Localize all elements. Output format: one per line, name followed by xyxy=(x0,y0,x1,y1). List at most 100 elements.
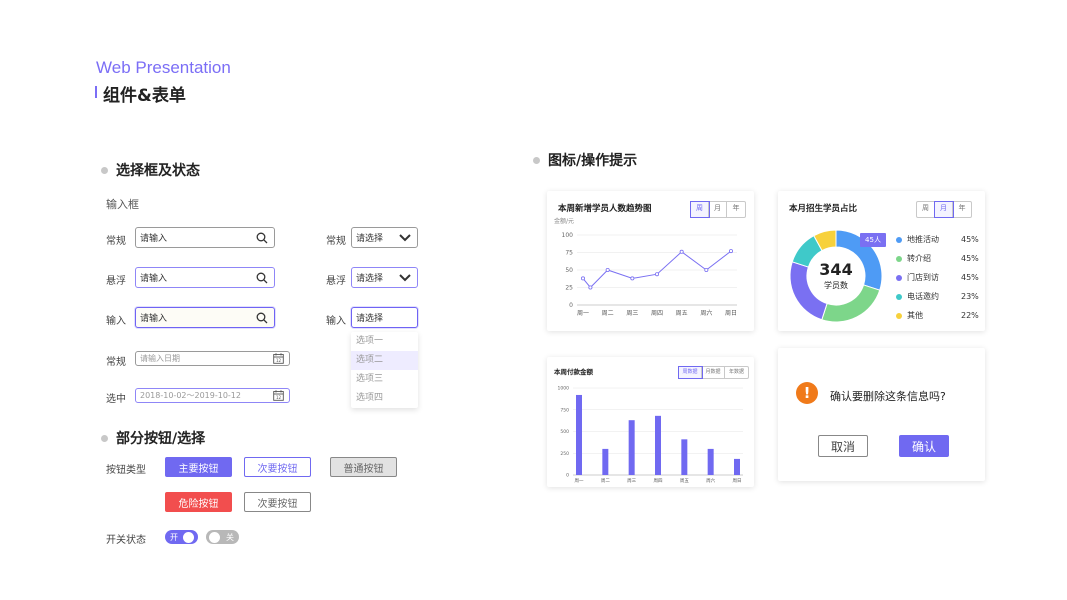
bar-chart-card: 本周付款金额 周数据 月数据 年数据 0 250 500 750 1000 周一 周二 周三周… xyxy=(547,357,754,487)
legend-item: 门店到访 45% xyxy=(896,268,979,287)
legend-name: 地推活动 xyxy=(907,235,939,244)
select-normal[interactable]: 请选择 xyxy=(351,227,418,248)
search-icon[interactable] xyxy=(256,312,268,327)
date-picker-normal[interactable]: 请输入日期 12 xyxy=(135,351,290,366)
bar xyxy=(628,420,635,475)
danger-button[interactable]: 危险按钮 xyxy=(165,492,232,512)
line-point xyxy=(655,272,660,277)
warning-icon: ! xyxy=(796,382,818,404)
bar xyxy=(602,448,609,475)
brand-title-en: Web Presentation xyxy=(96,58,231,77)
select-open[interactable]: 请选择 xyxy=(351,307,418,328)
dropdown-option[interactable]: 选项一 xyxy=(351,332,418,351)
line-point xyxy=(630,276,635,281)
search-icon[interactable] xyxy=(256,232,268,247)
date-range-picker[interactable]: 2018-10-02～2019-10-12 12 xyxy=(135,388,290,403)
secondary-button[interactable]: 次要按钮 xyxy=(244,457,311,477)
select-label-focus: 输入 xyxy=(326,316,346,327)
legend-item: 电话邀约 23% xyxy=(896,287,979,306)
y-tick-label: 0 xyxy=(569,302,573,309)
y-tick-label: 1000 xyxy=(558,386,570,392)
calendar-icon[interactable]: 12 xyxy=(273,353,284,366)
search-input-hover[interactable]: 请输入 xyxy=(135,267,275,288)
x-tick-label: 周一 xyxy=(577,310,589,317)
x-tick-label: 周日 xyxy=(733,478,742,484)
x-tick-label: 周五 xyxy=(676,310,688,317)
chevron-down-icon xyxy=(399,274,411,285)
date-range-value: 2018-10-02～2019-10-12 xyxy=(140,391,241,400)
svg-text:12: 12 xyxy=(276,395,282,400)
y-tick-label: 75 xyxy=(565,250,573,257)
select-label-hover: 悬浮 xyxy=(326,276,346,287)
y-tick-label: 750 xyxy=(560,407,569,413)
search-icon[interactable] xyxy=(256,272,268,287)
legend-item: 其他 22% xyxy=(896,306,979,325)
line-point xyxy=(605,268,610,273)
legend-name: 门店到访 xyxy=(907,273,939,282)
legend-dot xyxy=(896,312,902,319)
y-tick-label: 25 xyxy=(565,285,573,292)
toggle-switch-on[interactable]: 开 xyxy=(165,530,198,544)
primary-button[interactable]: 主要按钮 xyxy=(165,457,232,477)
legend-item: 地推活动 45% xyxy=(896,230,979,249)
select-hover[interactable]: 请选择 xyxy=(351,267,418,288)
legend-name: 转介绍 xyxy=(907,254,931,263)
dropdown-option-active[interactable]: 选项二 xyxy=(351,351,418,370)
line-point xyxy=(581,276,586,281)
bar xyxy=(655,415,661,475)
switch-on-text: 开 xyxy=(170,532,178,542)
line-point xyxy=(704,268,709,273)
legend-name: 电话邀约 xyxy=(907,292,939,301)
x-tick-label: 周四 xyxy=(651,310,663,317)
svg-text:12: 12 xyxy=(276,358,282,363)
select-value: 请选择 xyxy=(356,234,384,244)
legend-dot xyxy=(896,274,902,281)
input-subtitle: 输入框 xyxy=(106,198,139,211)
switch-off-text: 关 xyxy=(226,532,234,542)
y-tick-label: 100 xyxy=(562,232,574,239)
calendar-icon[interactable]: 12 xyxy=(273,390,284,403)
donut-center-label: 学员数 xyxy=(824,281,848,290)
x-tick-label: 周四 xyxy=(654,478,663,484)
donut-legend: 地推活动 45% 转介绍 45% 门店到访 45% 电话邀约 23% 其他 22% xyxy=(896,230,979,325)
bar xyxy=(576,394,582,475)
legend-value: 22% xyxy=(961,311,979,320)
x-tick-label: 周二 xyxy=(602,310,614,317)
select-label-normal: 常规 xyxy=(326,236,346,247)
x-tick-label: 周六 xyxy=(706,477,715,484)
section-title-buttons: 部分按钮/选择 xyxy=(101,428,205,448)
search-input-focus[interactable]: 请输入 xyxy=(135,307,275,328)
legend-name: 其他 xyxy=(907,311,923,320)
line-point xyxy=(588,285,593,290)
cancel-button[interactable]: 取消 xyxy=(818,435,868,457)
switch-label: 开关状态 xyxy=(106,535,146,546)
legend-dot xyxy=(896,236,902,243)
dropdown-option[interactable]: 选项三 xyxy=(351,370,418,389)
legend-dot xyxy=(896,255,902,262)
input-label-focus: 输入 xyxy=(106,316,126,327)
section-title-icons: 图标/操作提示 xyxy=(533,150,637,170)
dialog-message: 确认要删除这条信息吗? xyxy=(830,390,946,403)
dropdown-list: 选项一 选项二 选项三 选项四 xyxy=(351,332,418,408)
legend-item: 转介绍 45% xyxy=(896,249,979,268)
toggle-switch-off[interactable]: 关 xyxy=(206,530,239,544)
x-tick-label: 周六 xyxy=(700,309,712,317)
section-title-select: 选择框及状态 xyxy=(101,160,200,180)
plain-button[interactable]: 次要按钮 xyxy=(244,492,311,512)
bar-chart-svg: 0 250 500 750 1000 周一 周二 周三 周四 周五 周六 周日 xyxy=(558,386,743,484)
confirm-button[interactable]: 确认 xyxy=(899,435,949,457)
bar xyxy=(681,439,688,475)
bar xyxy=(707,448,714,475)
normal-button[interactable]: 普通按钮 xyxy=(330,457,397,477)
date-label-normal: 常规 xyxy=(106,357,126,368)
legend-dot xyxy=(896,293,902,300)
dropdown-option[interactable]: 选项四 xyxy=(351,389,418,408)
section-title-text: 部分按钮/选择 xyxy=(116,431,206,447)
line-point xyxy=(728,249,733,254)
select-value: 请选择 xyxy=(356,314,384,324)
chevron-down-icon xyxy=(399,234,411,245)
line-chart-card: 本周新增学员人数趋势图 金额/元 周 月 年 0 25 50 75 100 周一 周二 周三周… xyxy=(547,191,754,331)
search-input-normal[interactable]: 请输入 xyxy=(135,227,275,248)
section-title-text: 图标/操作提示 xyxy=(548,153,638,169)
date-placeholder: 请输入日期 xyxy=(140,354,180,363)
